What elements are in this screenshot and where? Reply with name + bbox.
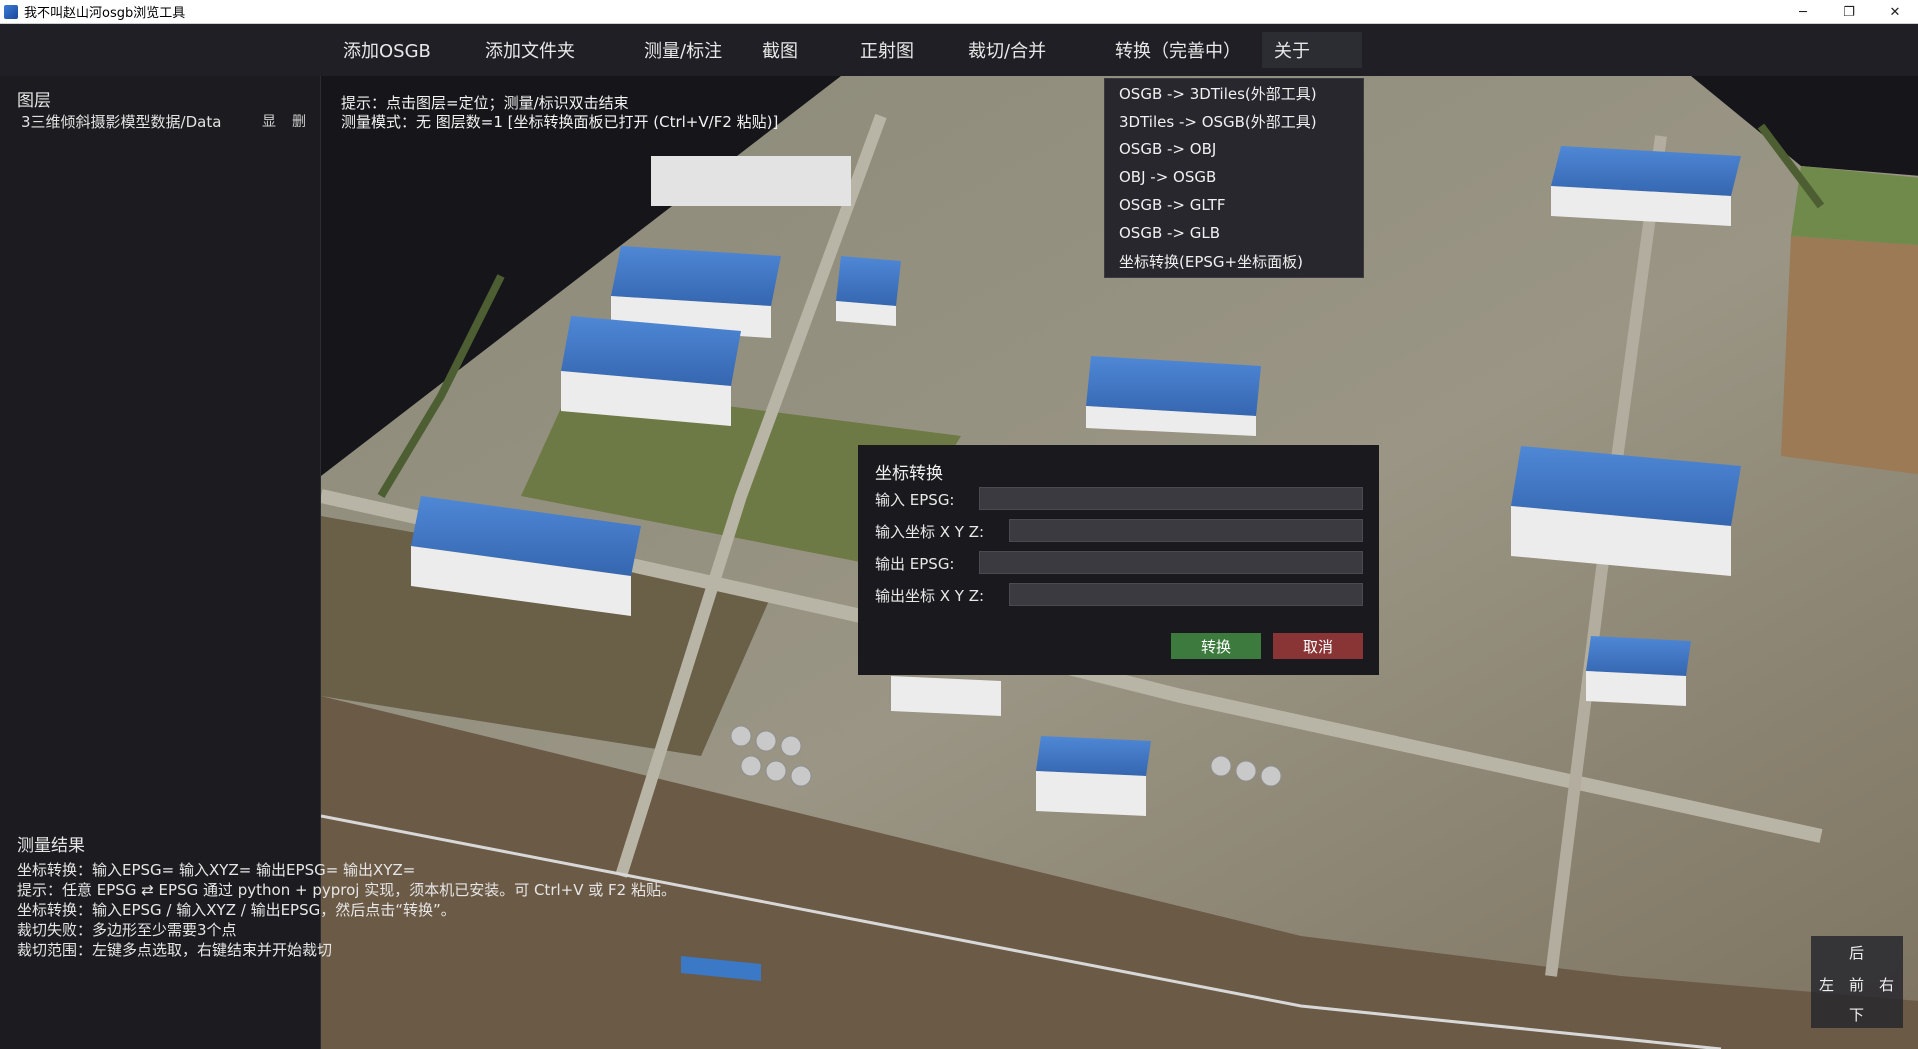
menu-clip-merge[interactable]: 裁切/合并 — [960, 24, 1054, 76]
navigation-pad: 后 左 前 右 下 — [1811, 936, 1903, 1028]
coordinate-convert-dialog: 坐标转换 输入 EPSG: 输入坐标 X Y Z: 输出 EPSG: 输出坐标 … — [858, 445, 1379, 675]
convert-option-osgb-3dtiles[interactable]: OSGB -> 3DTiles(外部工具) — [1105, 79, 1363, 107]
menu-orthophoto[interactable]: 正射图 — [852, 24, 922, 76]
convert-option-osgb-gltf[interactable]: OSGB -> GLTF — [1105, 191, 1363, 219]
menu-screenshot[interactable]: 截图 — [754, 24, 806, 76]
hint-line-1: 提示：点击图层=定位；测量/标识双击结束 — [341, 94, 629, 112]
measure-results: 测量结果 坐标转换：输入EPSG= 输入XYZ= 输出EPSG= 输出XYZ= … — [17, 836, 676, 960]
convert-option-3dtiles-osgb[interactable]: 3DTiles -> OSGB(外部工具) — [1105, 107, 1363, 135]
close-button[interactable]: ✕ — [1872, 0, 1918, 24]
building-9 — [1586, 636, 1691, 706]
nav-down-button[interactable]: 下 — [1849, 1004, 1864, 1025]
input-xyz-field[interactable] — [1009, 519, 1363, 542]
layer-show-button[interactable]: 显 — [254, 111, 284, 131]
building-6 — [1086, 356, 1261, 436]
window-title: 我不叫赵山河osgb浏览工具 — [24, 6, 186, 21]
menu-about[interactable]: 关于 — [1262, 32, 1362, 68]
nav-right-button[interactable]: 右 — [1879, 974, 1894, 995]
input-epsg-label: 输入 EPSG: — [875, 491, 955, 509]
title-bar: 我不叫赵山河osgb浏览工具 ─ ❐ ✕ — [0, 0, 1918, 24]
cancel-button[interactable]: 取消 — [1273, 633, 1363, 659]
convert-option-osgb-glb[interactable]: OSGB -> GLB — [1105, 219, 1363, 247]
hint-line-2: 测量模式：无 图层数=1 [坐标转换面板已打开 (Ctrl+V/F2 粘贴)] — [341, 113, 779, 131]
output-epsg-field[interactable] — [979, 551, 1363, 574]
menu-convert[interactable]: 转换（完善中） — [1107, 24, 1249, 76]
field-right — [1781, 236, 1918, 475]
building-5 — [836, 256, 901, 326]
building-10 — [1036, 736, 1151, 816]
building-3 — [561, 316, 741, 426]
building-8 — [1511, 446, 1741, 576]
menu-measure[interactable]: 测量/标注 — [636, 24, 730, 76]
app-icon — [4, 4, 18, 19]
result-line: 坐标转换：输入EPSG / 输入XYZ / 输出EPSG，然后点击“转换”。 — [17, 901, 456, 919]
output-xyz-field[interactable] — [1009, 583, 1363, 606]
nav-forward-button[interactable]: 前 — [1849, 974, 1864, 995]
minimize-button[interactable]: ─ — [1780, 0, 1826, 24]
input-xyz-label: 输入坐标 X Y Z: — [875, 523, 985, 541]
menu-add-folder[interactable]: 添加文件夹 — [477, 24, 583, 76]
result-line: 裁切失败：多边形至少需要3个点 — [17, 921, 237, 939]
output-xyz-label: 输出坐标 X Y Z: — [875, 587, 985, 605]
convert-option-obj-osgb[interactable]: OBJ -> OSGB — [1105, 163, 1363, 191]
dialog-title: 坐标转换 — [875, 464, 943, 484]
nav-left-button[interactable]: 左 — [1819, 974, 1834, 995]
menu-add-osgb[interactable]: 添加OSGB — [335, 24, 439, 76]
nav-back-button[interactable]: 后 — [1849, 942, 1864, 963]
output-epsg-label: 输出 EPSG: — [875, 555, 955, 573]
convert-option-osgb-obj[interactable]: OSGB -> OBJ — [1105, 135, 1363, 163]
layer-name[interactable]: 3三维倾斜摄影模型数据/Data — [21, 111, 254, 132]
result-line: 提示：任意 EPSG ⇄ EPSG 通过 python + pyproj 实现，… — [17, 881, 676, 899]
layer-delete-button[interactable]: 删 — [284, 111, 314, 131]
layer-row[interactable]: 3三维倾斜摄影模型数据/Data 显 删 — [12, 110, 314, 132]
result-line: 裁切范围：左键多点选取，右键结束并开始裁切 — [17, 941, 333, 959]
hint-text: 提示：点击图层=定位；测量/标识双击结束 测量模式：无 图层数=1 [坐标转换面… — [341, 94, 778, 132]
input-epsg-field[interactable] — [979, 487, 1363, 510]
result-line: 坐标转换：输入EPSG= 输入XYZ= 输出EPSG= 输出XYZ= — [17, 861, 416, 879]
convert-dropdown: OSGB -> 3DTiles(外部工具) 3DTiles -> OSGB(外部… — [1104, 78, 1364, 278]
building-1 — [651, 156, 851, 206]
convert-option-coordinate[interactable]: 坐标转换(EPSG+坐标面板) — [1105, 247, 1363, 275]
layers-heading: 图层 — [17, 91, 51, 111]
building-7 — [1551, 146, 1741, 226]
restore-button[interactable]: ❐ — [1826, 0, 1872, 24]
convert-button[interactable]: 转换 — [1171, 633, 1261, 659]
building-11 — [891, 676, 1001, 716]
results-heading: 测量结果 — [17, 836, 85, 856]
menu-bar: 添加OSGB 添加文件夹 测量/标注 截图 正射图 裁切/合并 转换（完善中） … — [0, 24, 1918, 76]
